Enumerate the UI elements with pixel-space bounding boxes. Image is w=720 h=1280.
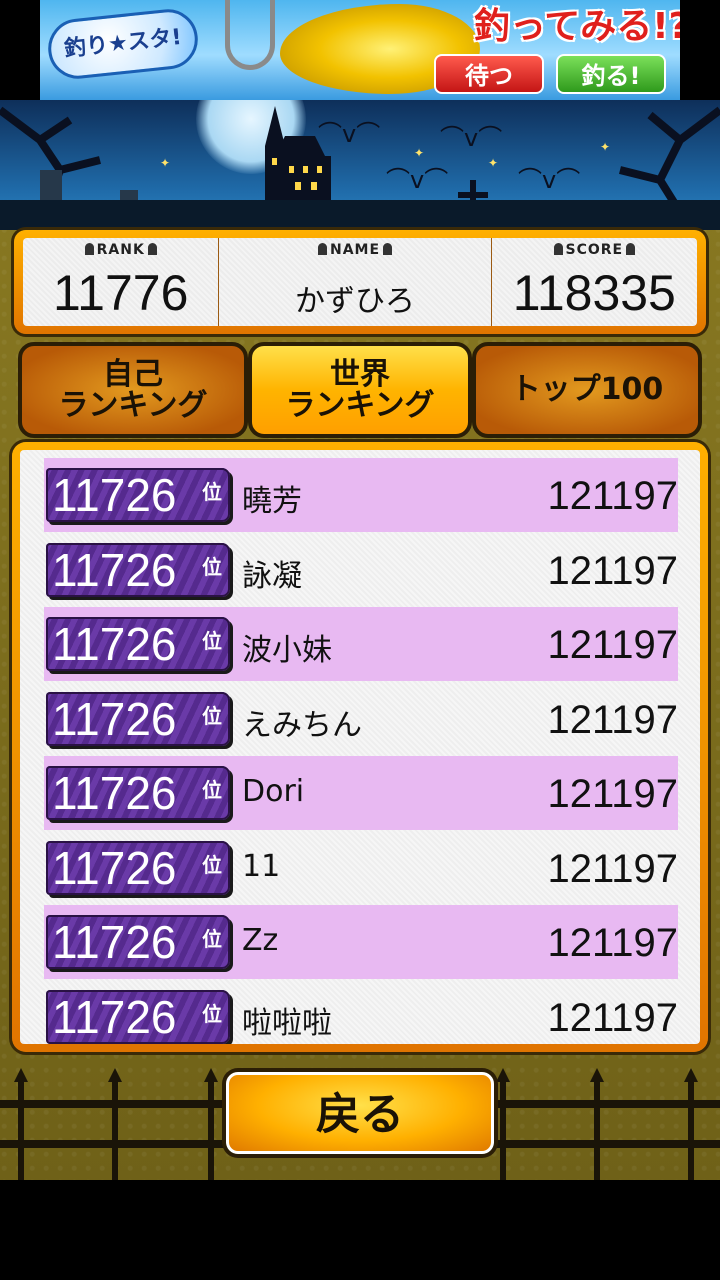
graveyard-ground	[0, 200, 720, 230]
rank-suffix: 位	[202, 852, 222, 877]
rank-badge: 11726 位	[46, 840, 230, 895]
rank-suffix: 位	[202, 927, 222, 951]
player-score-cell: SCORE 118335	[492, 238, 697, 326]
row-player-name: 啦啦啦	[242, 1005, 332, 1041]
ranking-list[interactable]: 11726 位 曉芳 121197 11726 位 詠凝 121197 1172…	[20, 450, 700, 1044]
row-player-name: 11	[242, 848, 281, 884]
row-score: 121197	[547, 474, 678, 518]
rank-suffix: 位	[202, 778, 222, 802]
row-rank: 11726	[52, 692, 177, 745]
star-icon: ✦	[600, 140, 611, 154]
tab-self-ranking[interactable]: 自己 ランキング	[18, 342, 248, 438]
tombstone-icon	[383, 243, 393, 255]
ranking-row[interactable]: 11726 位 波小妹 121197	[44, 607, 678, 681]
ad-wait-button[interactable]: 待つ	[434, 54, 544, 94]
tombstone-icon	[626, 243, 636, 255]
rank-badge: 11726 位	[46, 691, 230, 746]
bat-icon: ⌒v⌒	[318, 120, 381, 148]
star-icon: ✦	[488, 156, 499, 170]
ad-title: 釣ってみる!?	[474, 6, 680, 47]
ranking-row[interactable]: 11726 位 曉芳 121197	[44, 458, 678, 532]
row-rank: 11726	[52, 618, 177, 670]
ranking-row[interactable]: 11726 位 詠凝 121197	[44, 533, 678, 607]
ad-fish-button[interactable]: 釣る!	[556, 54, 666, 94]
rank-badge: 11726 位	[46, 542, 230, 597]
name-label: NAME	[329, 242, 381, 258]
row-score: 121197	[547, 697, 678, 742]
ranking-row[interactable]: 11726 位 Zz 121197	[44, 905, 678, 979]
tombstone-icon	[553, 243, 563, 255]
rank-suffix: 位	[202, 629, 222, 653]
tombstone-icon	[317, 243, 327, 255]
rank-badge: 11726 位	[46, 989, 230, 1044]
ranking-list-frame: 11726 位 曉芳 121197 11726 位 詠凝 121197 1172…	[12, 442, 708, 1052]
row-player-name: 曉芳	[242, 484, 302, 519]
player-score-value: 118335	[512, 265, 676, 321]
ranking-row[interactable]: 11726 位 11 121197	[44, 831, 678, 905]
night-sky-background: ⌒v⌒ ⌒v⌒ ⌒v⌒ ⌒v⌒ ✦ ✦ ✦ ✦	[0, 100, 720, 230]
row-rank: 11726	[52, 916, 177, 968]
player-name-cell: NAME かずひろ	[219, 238, 492, 326]
tombstone-icon	[84, 243, 94, 255]
rank-badge: 11726 位	[46, 766, 230, 820]
row-score: 121197	[547, 772, 678, 816]
row-player-name: Dori	[242, 774, 305, 809]
row-score: 121197	[547, 921, 678, 965]
row-rank: 11726	[52, 543, 177, 596]
score-label: SCORE	[565, 242, 624, 258]
row-score: 121197	[547, 846, 678, 891]
tab-world-ranking[interactable]: 世界 ランキング	[248, 342, 472, 438]
row-player-name: 詠凝	[242, 558, 302, 594]
row-player-name: えみちん	[242, 707, 362, 743]
bat-icon: ⌒v⌒	[518, 166, 581, 194]
row-player-name: Zz	[242, 923, 279, 958]
rank-suffix: 位	[202, 1001, 222, 1026]
rank-suffix: 位	[202, 480, 222, 504]
rank-suffix: 位	[202, 554, 222, 579]
row-score: 121197	[547, 623, 678, 667]
player-info-panel: RANK 11776 NAME かずひろ SCORE 118335	[14, 230, 706, 334]
player-rank-value: 11776	[53, 265, 189, 321]
rank-label: RANK	[96, 242, 145, 258]
rank-badge: 11726 位	[46, 468, 230, 522]
back-button[interactable]: 戻る	[226, 1072, 494, 1154]
row-score: 121197	[547, 548, 678, 593]
player-name-value: かずひろ	[295, 284, 416, 319]
row-rank: 11726	[52, 841, 177, 894]
player-rank-cell: RANK 11776	[23, 238, 220, 326]
bat-icon: ⌒v⌒	[386, 166, 449, 194]
ranking-tabs: 自己 ランキング 世界 ランキング トップ100	[18, 342, 702, 440]
rank-badge: 11726 位	[46, 915, 230, 969]
fishing-hook-icon	[225, 0, 275, 70]
ad-logo: 釣り★スタ!	[45, 6, 201, 82]
bat-icon: ⌒v⌒	[440, 124, 503, 152]
ranking-row[interactable]: 11726 位 えみちん 121197	[44, 682, 678, 756]
row-rank: 11726	[52, 469, 177, 521]
tombstone-icon	[147, 243, 157, 255]
rank-badge: 11726 位	[46, 617, 230, 671]
ranking-row[interactable]: 11726 位 Dori 121197	[44, 756, 678, 830]
row-player-name: 波小妹	[242, 633, 332, 668]
ad-banner[interactable]: 釣り★スタ! 釣ってみる!? 待つ 釣る! i	[40, 0, 680, 100]
game-screen: ⌒v⌒ ⌒v⌒ ⌒v⌒ ⌒v⌒ ✦ ✦ ✦ ✦ RANK 11776 NAME …	[0, 100, 720, 1180]
rank-suffix: 位	[202, 703, 222, 728]
tab-top100[interactable]: トップ100	[472, 342, 702, 438]
row-rank: 11726	[52, 990, 177, 1043]
ranking-row[interactable]: 11726 位 啦啦啦 121197	[44, 980, 678, 1045]
row-rank: 11726	[52, 767, 177, 819]
star-icon: ✦	[160, 156, 171, 170]
row-score: 121197	[547, 995, 678, 1040]
star-icon: ✦	[414, 146, 425, 160]
